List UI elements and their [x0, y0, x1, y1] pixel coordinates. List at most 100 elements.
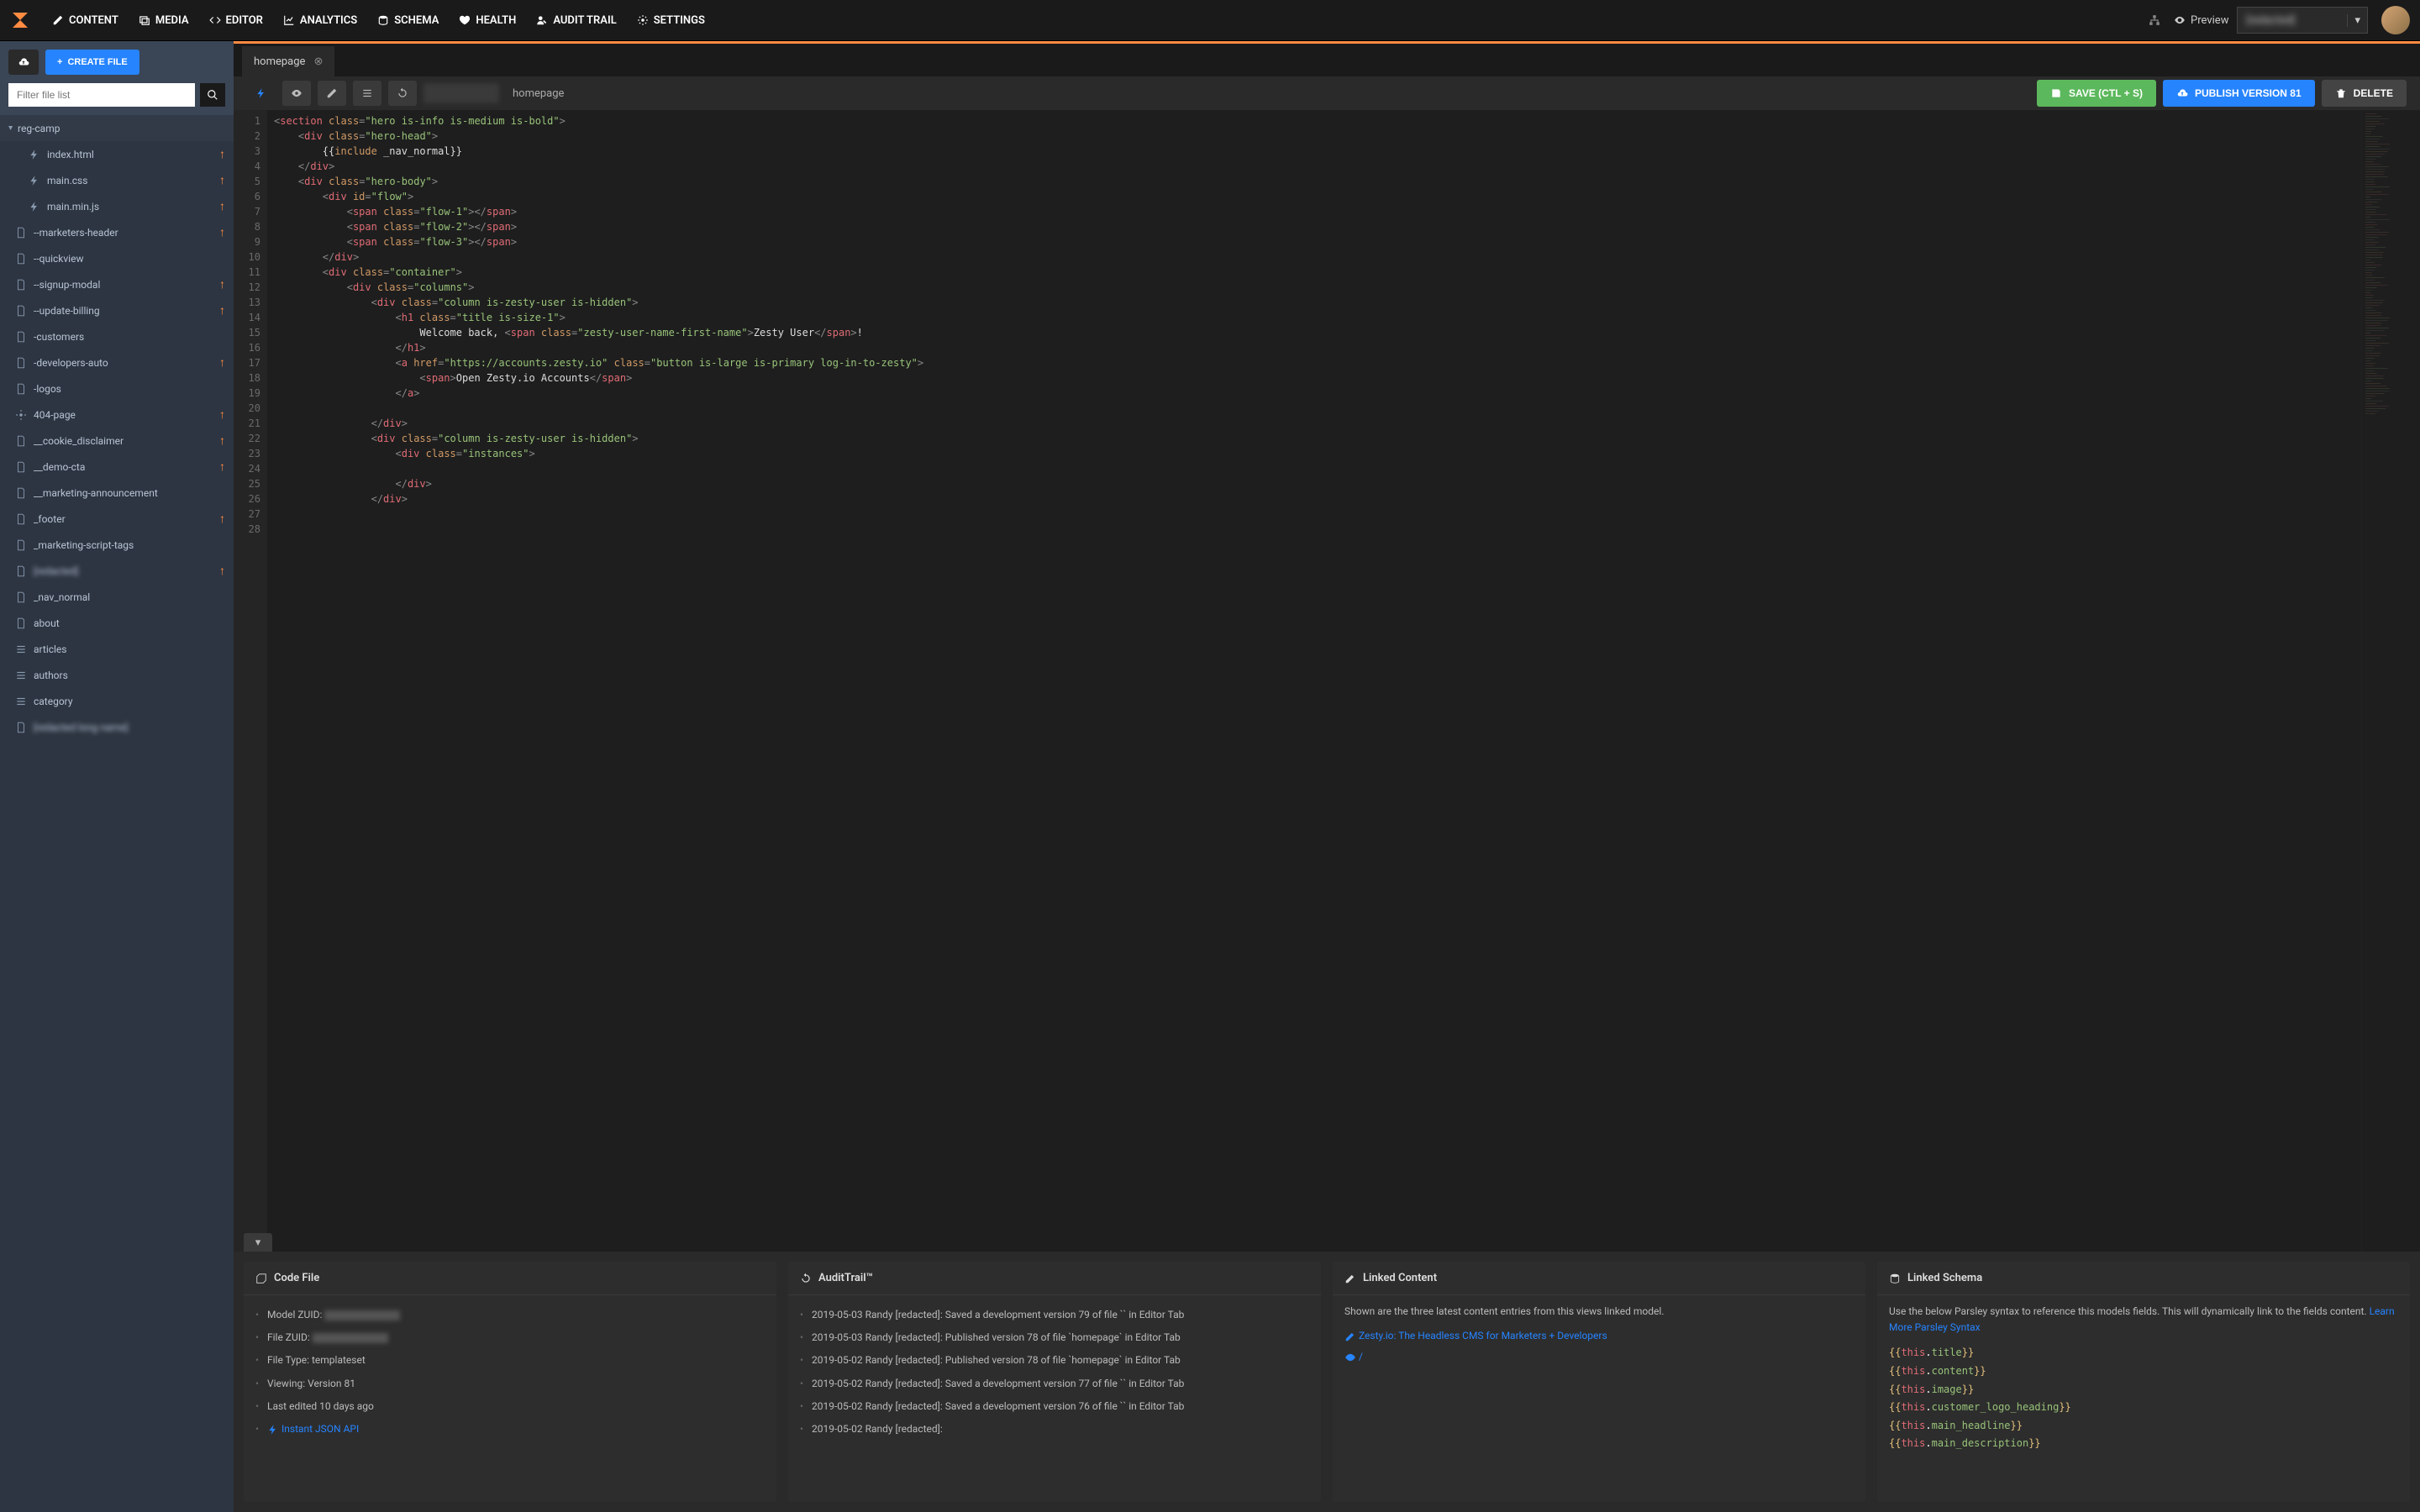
audit-entry: 2019-05-02 Randy [redacted]: — [800, 1418, 1309, 1441]
codefile-item: Viewing: Version 81 — [255, 1373, 765, 1395]
user-avatar[interactable] — [2381, 6, 2410, 34]
bolt-icon — [29, 149, 40, 160]
editor-tabs: homepage ⊗ — [234, 41, 2420, 76]
nav-editor[interactable]: EDITOR — [201, 8, 271, 34]
file--update-billing[interactable]: --update-billing↑ — [0, 297, 234, 323]
list-icon[interactable] — [353, 81, 381, 106]
file-icon — [15, 461, 27, 473]
file--marketing-announcement[interactable]: __marketing-announcement — [0, 480, 234, 506]
delete-button[interactable]: DELETE — [2322, 80, 2407, 107]
file-articles[interactable]: articles — [0, 636, 234, 662]
modified-arrow-icon: ↑ — [219, 277, 225, 291]
file-icon — [15, 227, 27, 239]
file-category[interactable]: category — [0, 688, 234, 714]
code-area[interactable]: <section class="hero is-info is-medium i… — [267, 110, 2361, 1252]
save-button[interactable]: SAVE (CTL + S) — [2037, 80, 2156, 107]
linked-content-path[interactable]: / — [1359, 1351, 1363, 1362]
panel-linked-schema: Linked Schema Use the below Parsley synt… — [1877, 1262, 2410, 1502]
file-icon — [15, 513, 27, 525]
code-editor[interactable]: 1234567891011121314151617181920212223242… — [234, 110, 2420, 1252]
codefile-item: File Type: templateset — [255, 1349, 765, 1372]
brand-logo — [10, 10, 30, 30]
minimap[interactable]: ━━━━━━━━━━━━━━━━━━━━━━━━━━━━━━━━━━━━━━━━… — [2361, 110, 2420, 1252]
panel-linked-content: Linked Content Shown are the three lates… — [1333, 1262, 1865, 1502]
file--cookie-disclaimer[interactable]: __cookie_disclaimer↑ — [0, 428, 234, 454]
bolt-icon — [29, 201, 40, 213]
audit-entry: 2019-05-02 Randy [redacted]: Published v… — [800, 1349, 1309, 1372]
modified-arrow-icon: ↑ — [219, 512, 225, 526]
chevron-down-icon[interactable]: ▾ — [2347, 14, 2367, 27]
file-main-css[interactable]: main.css↑ — [0, 167, 234, 193]
file--marketing-script-tags[interactable]: _marketing-script-tags — [0, 532, 234, 558]
tab-homepage[interactable]: homepage ⊗ — [242, 46, 334, 76]
user-edit-icon — [536, 14, 548, 26]
audit-entry: 2019-05-03 Randy [redacted]: Saved a dev… — [800, 1304, 1309, 1326]
create-file-button[interactable]: + CREATE FILE — [45, 50, 139, 75]
breadcrumb-current: homepage — [513, 87, 564, 100]
filter-input[interactable] — [8, 83, 195, 107]
history-icon[interactable] — [388, 81, 417, 106]
gear-icon — [15, 409, 27, 421]
file--signup-modal[interactable]: --signup-modal↑ — [0, 271, 234, 297]
linked-content-link[interactable]: Zesty.io: The Headless CMS for Marketers… — [1359, 1330, 1607, 1341]
eye-icon[interactable] — [282, 81, 311, 106]
nav-content[interactable]: CONTENT — [44, 8, 127, 34]
parsley-field: {{this.image}} — [1889, 1381, 2398, 1399]
file--demo-cta[interactable]: __demo-cta↑ — [0, 454, 234, 480]
codefile-item: Model ZUID: — [255, 1304, 765, 1326]
close-tab-icon[interactable]: ⊗ — [313, 55, 323, 68]
publish-button[interactable]: PUBLISH VERSION 81 — [2163, 80, 2315, 107]
code-icon — [209, 14, 221, 26]
drawer-toggle[interactable]: ▾ — [244, 1233, 272, 1252]
breadcrumb-part — [424, 83, 499, 103]
instant-json-link[interactable]: Instant JSON API — [281, 1423, 359, 1435]
instance-selector[interactable]: [redacted] ▾ — [2237, 7, 2368, 34]
sitemap-icon[interactable] — [2144, 9, 2165, 32]
modified-arrow-icon: ↑ — [219, 225, 225, 239]
file-authors[interactable]: authors — [0, 662, 234, 688]
linked-content-desc: Shown are the three latest content entri… — [1344, 1304, 1854, 1320]
list-icon — [15, 643, 27, 655]
bolt-icon — [29, 175, 40, 186]
file--redacted-[interactable]: [redacted]↑ — [0, 558, 234, 584]
file--quickview[interactable]: --quickview — [0, 245, 234, 271]
modified-arrow-icon: ↑ — [219, 433, 225, 448]
nav-audit-trail[interactable]: AUDIT TRAIL — [528, 8, 624, 34]
folder-reg-camp[interactable]: reg-camp — [0, 115, 234, 141]
file--redacted-long-name-[interactable]: [redacted long name] — [0, 714, 234, 740]
file-icon — [15, 565, 27, 577]
editor-toolbar: homepage SAVE (CTL + S) PUBLISH VERSION … — [234, 76, 2420, 110]
parsley-field: {{this.customer_logo_heading}} — [1889, 1399, 2398, 1417]
file-index-html[interactable]: index.html↑ — [0, 141, 234, 167]
file-icon — [15, 279, 27, 291]
nav-settings[interactable]: SETTINGS — [629, 8, 713, 34]
file-main-min-js[interactable]: main.min.js↑ — [0, 193, 234, 219]
modified-arrow-icon: ↑ — [219, 173, 225, 187]
database-icon — [377, 14, 389, 26]
file-icon — [15, 253, 27, 265]
nav-analytics[interactable]: ANALYTICS — [275, 8, 366, 34]
file--footer[interactable]: _footer↑ — [0, 506, 234, 532]
edit-icon[interactable] — [318, 81, 346, 106]
file--customers[interactable]: -customers — [0, 323, 234, 349]
parsley-field: {{this.content}} — [1889, 1362, 2398, 1381]
modified-arrow-icon: ↑ — [219, 355, 225, 370]
file--nav-normal[interactable]: _nav_normal — [0, 584, 234, 610]
bolt-icon[interactable] — [247, 81, 276, 106]
nav-schema[interactable]: SCHEMA — [369, 8, 447, 34]
upload-button[interactable] — [8, 50, 39, 75]
file-icon — [15, 383, 27, 395]
nav-media[interactable]: MEDIA — [130, 8, 197, 34]
file--logos[interactable]: -logos — [0, 375, 234, 402]
panel-audit-trail: AuditTrail™ 2019-05-03 Randy [redacted]:… — [788, 1262, 1321, 1502]
file-icon — [15, 357, 27, 369]
file-icon — [15, 722, 27, 733]
file--developers-auto[interactable]: -developers-auto↑ — [0, 349, 234, 375]
file--marketers-header[interactable]: --marketers-header↑ — [0, 219, 234, 245]
preview-link[interactable]: Preview — [2174, 14, 2228, 27]
file-404-page[interactable]: 404-page↑ — [0, 402, 234, 428]
file-about[interactable]: about — [0, 610, 234, 636]
search-button[interactable] — [200, 83, 225, 107]
modified-arrow-icon: ↑ — [219, 564, 225, 578]
nav-health[interactable]: HEALTH — [450, 8, 524, 34]
